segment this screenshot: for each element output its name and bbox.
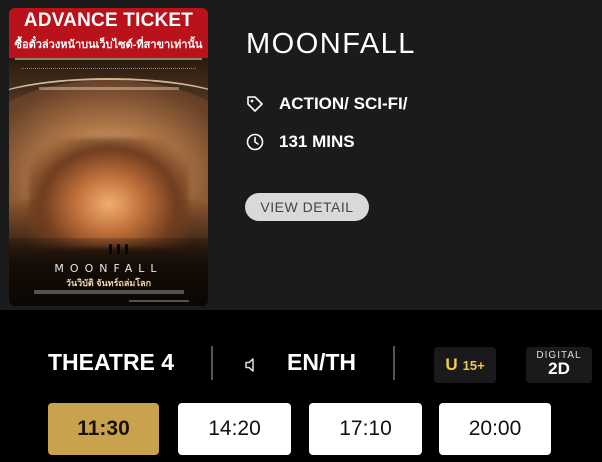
- audio-language: EN/TH: [287, 349, 356, 375]
- showtime-button[interactable]: 11:30: [48, 403, 159, 455]
- poster-subtitle: วันวิบัติ จันทร์ถล่มโลก: [65, 278, 152, 288]
- advance-ticket-banner: ADVANCE TICKET ซื้อตั๋วล่วงหน้าบนเว็บไซต…: [9, 8, 208, 58]
- movie-poster[interactable]: ADVANCE TICKET ซื้อตั๋วล่วงหน้าบนเว็บไซต…: [9, 8, 208, 306]
- format-badge: DIGITAL 2D: [526, 347, 592, 383]
- duration-text: 131 MINS: [279, 132, 355, 151]
- view-detail-button[interactable]: VIEW DETAIL: [245, 193, 369, 221]
- showtime-button[interactable]: 14:20: [178, 403, 291, 455]
- theatre-label: THEATRE 4: [48, 349, 175, 375]
- divider: [393, 346, 395, 380]
- genre-row: ACTION/ SCI-FI/: [245, 94, 407, 114]
- poster-title: MOONFALL: [54, 262, 163, 275]
- tag-icon: [245, 94, 265, 114]
- movie-title: MOONFALL: [246, 28, 416, 60]
- showtime-button[interactable]: 17:10: [309, 403, 422, 455]
- movie-card: ADVANCE TICKET ซื้อตั๋วล่วงหน้าบนเว็บไซต…: [0, 0, 602, 310]
- duration-row: 131 MINS: [245, 132, 355, 152]
- divider: [211, 346, 213, 380]
- showtime-button[interactable]: 20:00: [439, 403, 551, 455]
- clock-icon: [245, 132, 265, 152]
- genre-text: ACTION/ SCI-FI/: [279, 94, 408, 113]
- speaker-icon: [242, 355, 262, 375]
- age-rating-badge: U 15+: [434, 347, 496, 383]
